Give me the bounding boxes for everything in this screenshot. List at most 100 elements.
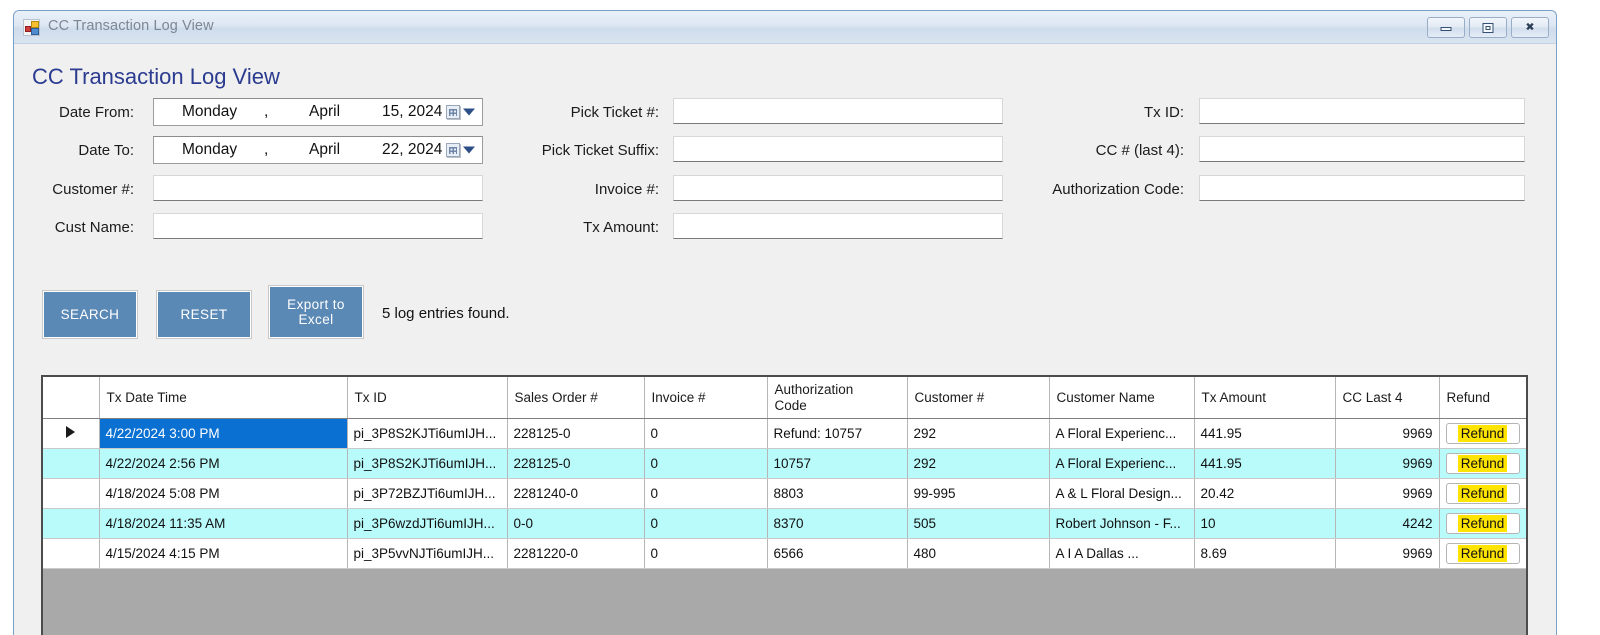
cell-refund[interactable]: Refund bbox=[1439, 478, 1526, 510]
cell-tx-amount: 10 bbox=[1194, 508, 1336, 540]
cell-invoice: 0 bbox=[644, 508, 768, 540]
restore-button[interactable] bbox=[1469, 17, 1507, 38]
reset-button[interactable]: RESET bbox=[157, 291, 251, 338]
search-button-label: SEARCH bbox=[60, 306, 120, 322]
export-to-excel-button[interactable]: Export to Excel bbox=[269, 286, 363, 338]
cell-refund[interactable]: Refund bbox=[1439, 508, 1526, 540]
refund-button[interactable]: Refund bbox=[1445, 483, 1520, 505]
cust-name-label: Cust Name: bbox=[54, 219, 134, 236]
cell-refund[interactable]: Refund bbox=[1439, 538, 1526, 570]
table-row[interactable]: 4/18/2024 11:35 AM pi_3P6wzdJTi6umIJH... 0… bbox=[43, 508, 1526, 540]
date-from-daynum-year: 15, 2024 bbox=[382, 103, 443, 120]
cell-tx-date-time: 4/18/2024 5:08 PM bbox=[99, 478, 348, 510]
date-from-picker[interactable]: Monday , April 15, 2024 bbox=[153, 98, 483, 126]
minimize-button[interactable] bbox=[1427, 17, 1465, 38]
authorization-code-label: Authorization Code: bbox=[1052, 181, 1184, 198]
date-to-daynum-year: 22, 2024 bbox=[382, 141, 443, 158]
cell-tx-id: pi_3P8S2KJTi6umIJH... bbox=[347, 418, 508, 450]
row-selector-cell bbox=[43, 538, 100, 570]
application-window: CC Transaction Log View ✖ CC Transaction… bbox=[13, 10, 1557, 635]
cc-last4-input[interactable] bbox=[1199, 136, 1525, 162]
col-header-invoice[interactable]: Invoice # bbox=[644, 377, 768, 420]
cell-customer-no: 480 bbox=[907, 538, 1050, 570]
tx-amount-input[interactable] bbox=[673, 213, 1003, 239]
refund-button[interactable]: Refund bbox=[1445, 423, 1520, 445]
authorization-code-input[interactable] bbox=[1199, 175, 1525, 201]
close-icon: ✖ bbox=[1525, 21, 1535, 33]
customer-no-input[interactable] bbox=[153, 175, 483, 201]
cell-tx-id: pi_3P8S2KJTi6umIJH... bbox=[347, 448, 508, 480]
cell-customer-no: 99-995 bbox=[907, 478, 1050, 510]
cell-customer-name: A Floral Experienc... bbox=[1049, 448, 1195, 480]
tx-amount-label: Tx Amount: bbox=[583, 219, 659, 236]
transaction-log-grid[interactable]: Tx Date Time Tx ID Sales Order # Invoice… bbox=[41, 375, 1528, 635]
date-to-comma: , bbox=[264, 141, 269, 158]
pick-ticket-suffix-label: Pick Ticket Suffix: bbox=[541, 142, 659, 159]
cc-last4-label: CC # (last 4): bbox=[1095, 142, 1184, 159]
cell-cc-last4: 9969 bbox=[1335, 418, 1440, 450]
cell-refund[interactable]: Refund bbox=[1439, 418, 1526, 450]
refund-button[interactable]: Refund bbox=[1445, 453, 1520, 475]
tx-id-input[interactable] bbox=[1199, 98, 1525, 124]
cell-tx-date-time: 4/22/2024 2:56 PM bbox=[99, 448, 348, 480]
cell-tx-amount: 441.95 bbox=[1194, 418, 1336, 450]
col-header-customer-no[interactable]: Customer # bbox=[907, 377, 1050, 420]
date-from-comma: , bbox=[264, 103, 269, 120]
minimize-icon bbox=[1440, 27, 1452, 32]
table-row[interactable]: 4/22/2024 3:00 PM pi_3P8S2KJTi6umIJH... 22… bbox=[43, 418, 1526, 450]
table-row[interactable]: 4/22/2024 2:56 PM pi_3P8S2KJTi6umIJH... 22… bbox=[43, 448, 1526, 480]
date-to-label: Date To: bbox=[78, 142, 134, 159]
auth-code-header-line2: Code bbox=[774, 397, 807, 413]
reset-button-label: RESET bbox=[180, 306, 228, 322]
cell-refund[interactable]: Refund bbox=[1439, 448, 1526, 480]
col-header-tx-amount[interactable]: Tx Amount bbox=[1194, 377, 1336, 420]
export-button-label-line2: Excel bbox=[298, 312, 334, 327]
cell-tx-id: pi_3P5vvNJTi6umIJH... bbox=[347, 538, 508, 570]
export-button-label-line1: Export to bbox=[287, 296, 345, 312]
col-header-sales-order[interactable]: Sales Order # bbox=[507, 377, 645, 420]
row-selector-cell bbox=[43, 508, 100, 540]
result-count-status: 5 log entries found. bbox=[382, 305, 510, 322]
refund-button-label: Refund bbox=[1457, 515, 1508, 533]
row-selected-indicator-icon bbox=[66, 426, 76, 439]
date-from-month: April bbox=[309, 103, 341, 120]
col-header-refund[interactable]: Refund bbox=[1439, 377, 1526, 420]
date-to-picker[interactable]: Monday , April 22, 2024 bbox=[153, 136, 483, 164]
col-header-cc-last4[interactable]: CC Last 4 bbox=[1335, 377, 1440, 420]
customer-no-label: Customer #: bbox=[52, 181, 134, 198]
col-header-authorization-code[interactable]: Authorization Code bbox=[767, 377, 908, 420]
page-title: CC Transaction Log View bbox=[32, 64, 280, 89]
cell-tx-amount: 8.69 bbox=[1194, 538, 1336, 570]
pick-ticket-no-label: Pick Ticket #: bbox=[570, 104, 659, 121]
date-from-label: Date From: bbox=[58, 104, 134, 121]
close-button[interactable]: ✖ bbox=[1511, 17, 1549, 38]
title-bar: CC Transaction Log View ✖ bbox=[14, 11, 1556, 44]
refund-button[interactable]: Refund bbox=[1445, 543, 1520, 565]
cell-tx-id: pi_3P72BZJTi6umIJH... bbox=[347, 478, 508, 510]
cell-customer-name: A Floral Experienc... bbox=[1049, 418, 1195, 450]
client-area: CC Transaction Log View Date From: Monda… bbox=[14, 44, 1556, 635]
auth-code-header-line1: Authorization bbox=[774, 382, 854, 397]
col-header-tx-id[interactable]: Tx ID bbox=[347, 377, 508, 420]
window-title: CC Transaction Log View bbox=[48, 18, 214, 34]
cell-invoice: 0 bbox=[644, 538, 768, 570]
cell-customer-name: A I A Dallas ... bbox=[1049, 538, 1195, 570]
refund-button-label: Refund bbox=[1457, 545, 1508, 563]
date-to-day: Monday bbox=[182, 141, 238, 158]
refund-button-label: Refund bbox=[1457, 425, 1508, 443]
cell-sales-order: 228125-0 bbox=[507, 448, 645, 480]
cell-customer-no: 292 bbox=[907, 418, 1050, 450]
transaction-table: Tx Date Time Tx ID Sales Order # Invoice… bbox=[43, 377, 1526, 570]
restore-icon bbox=[1482, 22, 1494, 33]
cell-invoice: 0 bbox=[644, 478, 768, 510]
row-selector-cell bbox=[43, 478, 100, 510]
table-row[interactable]: 4/18/2024 5:08 PM pi_3P72BZJTi6umIJH... 22… bbox=[43, 478, 1526, 510]
cell-authorization-code: 10757 bbox=[767, 448, 908, 480]
table-row[interactable]: 4/15/2024 4:15 PM pi_3P5vvNJTi6umIJH... 22… bbox=[43, 538, 1526, 570]
cust-name-input[interactable] bbox=[153, 213, 483, 239]
col-header-customer-name[interactable]: Customer Name bbox=[1049, 377, 1195, 420]
search-button[interactable]: SEARCH bbox=[43, 291, 137, 338]
cell-cc-last4: 9969 bbox=[1335, 478, 1440, 510]
col-header-tx-date-time[interactable]: Tx Date Time bbox=[99, 377, 348, 420]
refund-button[interactable]: Refund bbox=[1445, 513, 1520, 535]
